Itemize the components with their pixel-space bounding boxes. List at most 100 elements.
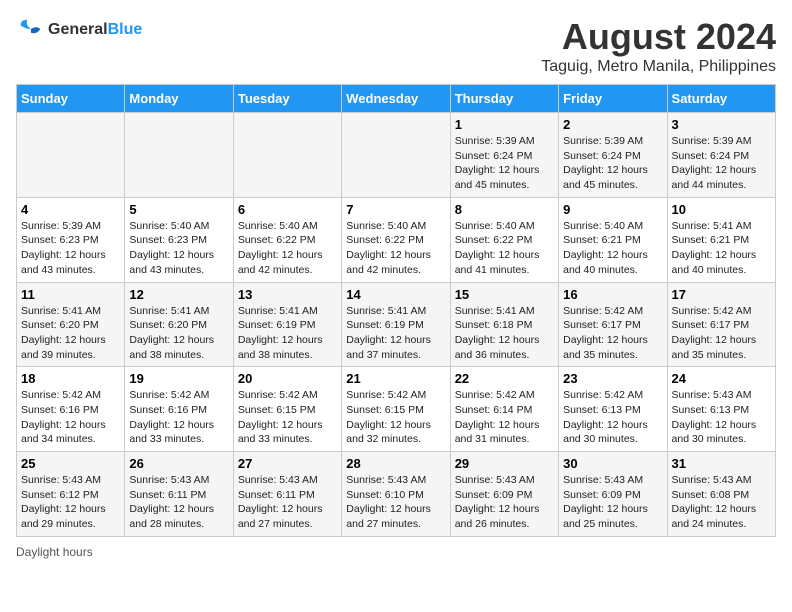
- day-info: Sunrise: 5:40 AM Sunset: 6:23 PM Dayligh…: [129, 219, 228, 278]
- day-number: 25: [21, 456, 120, 471]
- calendar-week-3: 11 Sunrise: 5:41 AM Sunset: 6:20 PM Dayli…: [17, 282, 776, 367]
- day-number: 29: [455, 456, 554, 471]
- calendar-cell: 1Sunrise: 5:39 AM Sunset: 6:24 PM Daylig…: [450, 113, 558, 198]
- header-day-tuesday: Tuesday: [233, 85, 341, 113]
- day-number: 6: [238, 202, 337, 217]
- calendar-header-row: SundayMondayTuesdayWednesdayThursdayFrid…: [17, 85, 776, 113]
- calendar-cell: 25Sunrise: 5:43 AM Sunset: 6:12 PM Dayli…: [17, 452, 125, 537]
- day-info: Sunrise: 5:43 AM Sunset: 6:11 PM Dayligh…: [129, 473, 228, 532]
- calendar-cell: 21Sunrise: 5:42 AM Sunset: 6:15 PM Dayli…: [342, 367, 450, 452]
- day-number: 24: [672, 371, 771, 386]
- day-number: 5: [129, 202, 228, 217]
- day-info: Sunrise: 5:42 AM Sunset: 6:14 PM Dayligh…: [455, 388, 554, 447]
- day-number: 2: [563, 117, 662, 132]
- calendar-cell: 30Sunrise: 5:43 AM Sunset: 6:09 PM Dayli…: [559, 452, 667, 537]
- footer-note: Daylight hours: [16, 545, 776, 559]
- calendar-cell: 28Sunrise: 5:43 AM Sunset: 6:10 PM Dayli…: [342, 452, 450, 537]
- calendar-cell: 31Sunrise: 5:43 AM Sunset: 6:08 PM Dayli…: [667, 452, 775, 537]
- calendar-cell: 26 Sunrise: 5:43 AM Sunset: 6:11 PM Dayli…: [125, 452, 233, 537]
- day-info: Sunrise: 5:40 AM Sunset: 6:21 PM Dayligh…: [563, 219, 662, 278]
- calendar-cell: 9 Sunrise: 5:40 AM Sunset: 6:21 PM Daylig…: [559, 197, 667, 282]
- day-info: Sunrise: 5:43 AM Sunset: 6:11 PM Dayligh…: [238, 473, 337, 532]
- header-day-sunday: Sunday: [17, 85, 125, 113]
- day-number: 11: [21, 287, 120, 302]
- calendar-cell: 17 Sunrise: 5:42 AM Sunset: 6:17 PM Dayli…: [667, 282, 775, 367]
- calendar-week-2: 4Sunrise: 5:39 AM Sunset: 6:23 PM Daylig…: [17, 197, 776, 282]
- day-info: Sunrise: 5:43 AM Sunset: 6:09 PM Dayligh…: [455, 473, 554, 532]
- day-info: Sunrise: 5:39 AM Sunset: 6:24 PM Dayligh…: [563, 134, 662, 193]
- day-number: 27: [238, 456, 337, 471]
- day-info: Sunrise: 5:42 AM Sunset: 6:13 PM Dayligh…: [563, 388, 662, 447]
- day-info: Sunrise: 5:39 AM Sunset: 6:24 PM Dayligh…: [455, 134, 554, 193]
- subtitle: Taguig, Metro Manila, Philippines: [541, 58, 776, 76]
- calendar-cell: 15Sunrise: 5:41 AM Sunset: 6:18 PM Dayli…: [450, 282, 558, 367]
- day-info: Sunrise: 5:42 AM Sunset: 6:15 PM Dayligh…: [346, 388, 445, 447]
- day-number: 16: [563, 287, 662, 302]
- calendar-cell: 11 Sunrise: 5:41 AM Sunset: 6:20 PM Dayli…: [17, 282, 125, 367]
- header-day-thursday: Thursday: [450, 85, 558, 113]
- day-info: Sunrise: 5:40 AM Sunset: 6:22 PM Dayligh…: [238, 219, 337, 278]
- day-number: 18: [21, 371, 120, 386]
- calendar-cell: 29 Sunrise: 5:43 AM Sunset: 6:09 PM Dayli…: [450, 452, 558, 537]
- day-info: Sunrise: 5:42 AM Sunset: 6:17 PM Dayligh…: [563, 304, 662, 363]
- day-info: Sunrise: 5:41 AM Sunset: 6:19 PM Dayligh…: [346, 304, 445, 363]
- day-number: 22: [455, 371, 554, 386]
- day-info: Sunrise: 5:39 AM Sunset: 6:23 PM Dayligh…: [21, 219, 120, 278]
- calendar-cell: 12Sunrise: 5:41 AM Sunset: 6:20 PM Dayli…: [125, 282, 233, 367]
- calendar-cell: 3 Sunrise: 5:39 AM Sunset: 6:24 PM Daylig…: [667, 113, 775, 198]
- day-number: 31: [672, 456, 771, 471]
- day-number: 3: [672, 117, 771, 132]
- day-info: Sunrise: 5:43 AM Sunset: 6:13 PM Dayligh…: [672, 388, 771, 447]
- calendar-cell: 27 Sunrise: 5:43 AM Sunset: 6:11 PM Dayli…: [233, 452, 341, 537]
- day-number: 20: [238, 371, 337, 386]
- day-number: 28: [346, 456, 445, 471]
- day-number: 17: [672, 287, 771, 302]
- calendar-week-1: 1Sunrise: 5:39 AM Sunset: 6:24 PM Daylig…: [17, 113, 776, 198]
- day-info: Sunrise: 5:41 AM Sunset: 6:20 PM Dayligh…: [129, 304, 228, 363]
- page-header: GeneralBlue August 2024 Taguig, Metro Ma…: [16, 16, 776, 76]
- calendar-cell: 8Sunrise: 5:40 AM Sunset: 6:22 PM Daylig…: [450, 197, 558, 282]
- day-number: 7: [346, 202, 445, 217]
- logo-text: GeneralBlue: [48, 21, 142, 39]
- title-block: August 2024 Taguig, Metro Manila, Philip…: [541, 16, 776, 76]
- day-info: Sunrise: 5:42 AM Sunset: 6:17 PM Dayligh…: [672, 304, 771, 363]
- calendar-cell: 20 Sunrise: 5:42 AM Sunset: 6:15 PM Dayli…: [233, 367, 341, 452]
- calendar-cell: [233, 113, 341, 198]
- calendar-cell: 6 Sunrise: 5:40 AM Sunset: 6:22 PM Daylig…: [233, 197, 341, 282]
- day-info: Sunrise: 5:41 AM Sunset: 6:21 PM Dayligh…: [672, 219, 771, 278]
- day-info: Sunrise: 5:39 AM Sunset: 6:24 PM Dayligh…: [672, 134, 771, 193]
- day-number: 19: [129, 371, 228, 386]
- day-number: 15: [455, 287, 554, 302]
- day-info: Sunrise: 5:41 AM Sunset: 6:20 PM Dayligh…: [21, 304, 120, 363]
- calendar-week-5: 25Sunrise: 5:43 AM Sunset: 6:12 PM Dayli…: [17, 452, 776, 537]
- day-number: 10: [672, 202, 771, 217]
- day-info: Sunrise: 5:42 AM Sunset: 6:16 PM Dayligh…: [129, 388, 228, 447]
- day-number: 23: [563, 371, 662, 386]
- calendar-cell: 19 Sunrise: 5:42 AM Sunset: 6:16 PM Dayli…: [125, 367, 233, 452]
- header-day-friday: Friday: [559, 85, 667, 113]
- calendar-cell: [125, 113, 233, 198]
- header-day-saturday: Saturday: [667, 85, 775, 113]
- calendar-cell: 16 Sunrise: 5:42 AM Sunset: 6:17 PM Dayli…: [559, 282, 667, 367]
- calendar-cell: 22 Sunrise: 5:42 AM Sunset: 6:14 PM Dayli…: [450, 367, 558, 452]
- calendar-cell: 10 Sunrise: 5:41 AM Sunset: 6:21 PM Dayli…: [667, 197, 775, 282]
- day-info: Sunrise: 5:40 AM Sunset: 6:22 PM Dayligh…: [346, 219, 445, 278]
- calendar-cell: 4Sunrise: 5:39 AM Sunset: 6:23 PM Daylig…: [17, 197, 125, 282]
- calendar-cell: 2 Sunrise: 5:39 AM Sunset: 6:24 PM Daylig…: [559, 113, 667, 198]
- main-title: August 2024: [541, 16, 776, 58]
- day-number: 26: [129, 456, 228, 471]
- calendar-cell: 7 Sunrise: 5:40 AM Sunset: 6:22 PM Daylig…: [342, 197, 450, 282]
- calendar-cell: 24 Sunrise: 5:43 AM Sunset: 6:13 PM Dayli…: [667, 367, 775, 452]
- day-number: 30: [563, 456, 662, 471]
- calendar-body: 1Sunrise: 5:39 AM Sunset: 6:24 PM Daylig…: [17, 113, 776, 537]
- calendar-cell: 5 Sunrise: 5:40 AM Sunset: 6:23 PM Daylig…: [125, 197, 233, 282]
- calendar-cell: [342, 113, 450, 198]
- day-info: Sunrise: 5:42 AM Sunset: 6:16 PM Dayligh…: [21, 388, 120, 447]
- day-info: Sunrise: 5:42 AM Sunset: 6:15 PM Dayligh…: [238, 388, 337, 447]
- calendar-cell: [17, 113, 125, 198]
- day-number: 9: [563, 202, 662, 217]
- calendar-cell: 14Sunrise: 5:41 AM Sunset: 6:19 PM Dayli…: [342, 282, 450, 367]
- logo: GeneralBlue: [16, 16, 142, 44]
- day-info: Sunrise: 5:41 AM Sunset: 6:19 PM Dayligh…: [238, 304, 337, 363]
- calendar-cell: 13Sunrise: 5:41 AM Sunset: 6:19 PM Dayli…: [233, 282, 341, 367]
